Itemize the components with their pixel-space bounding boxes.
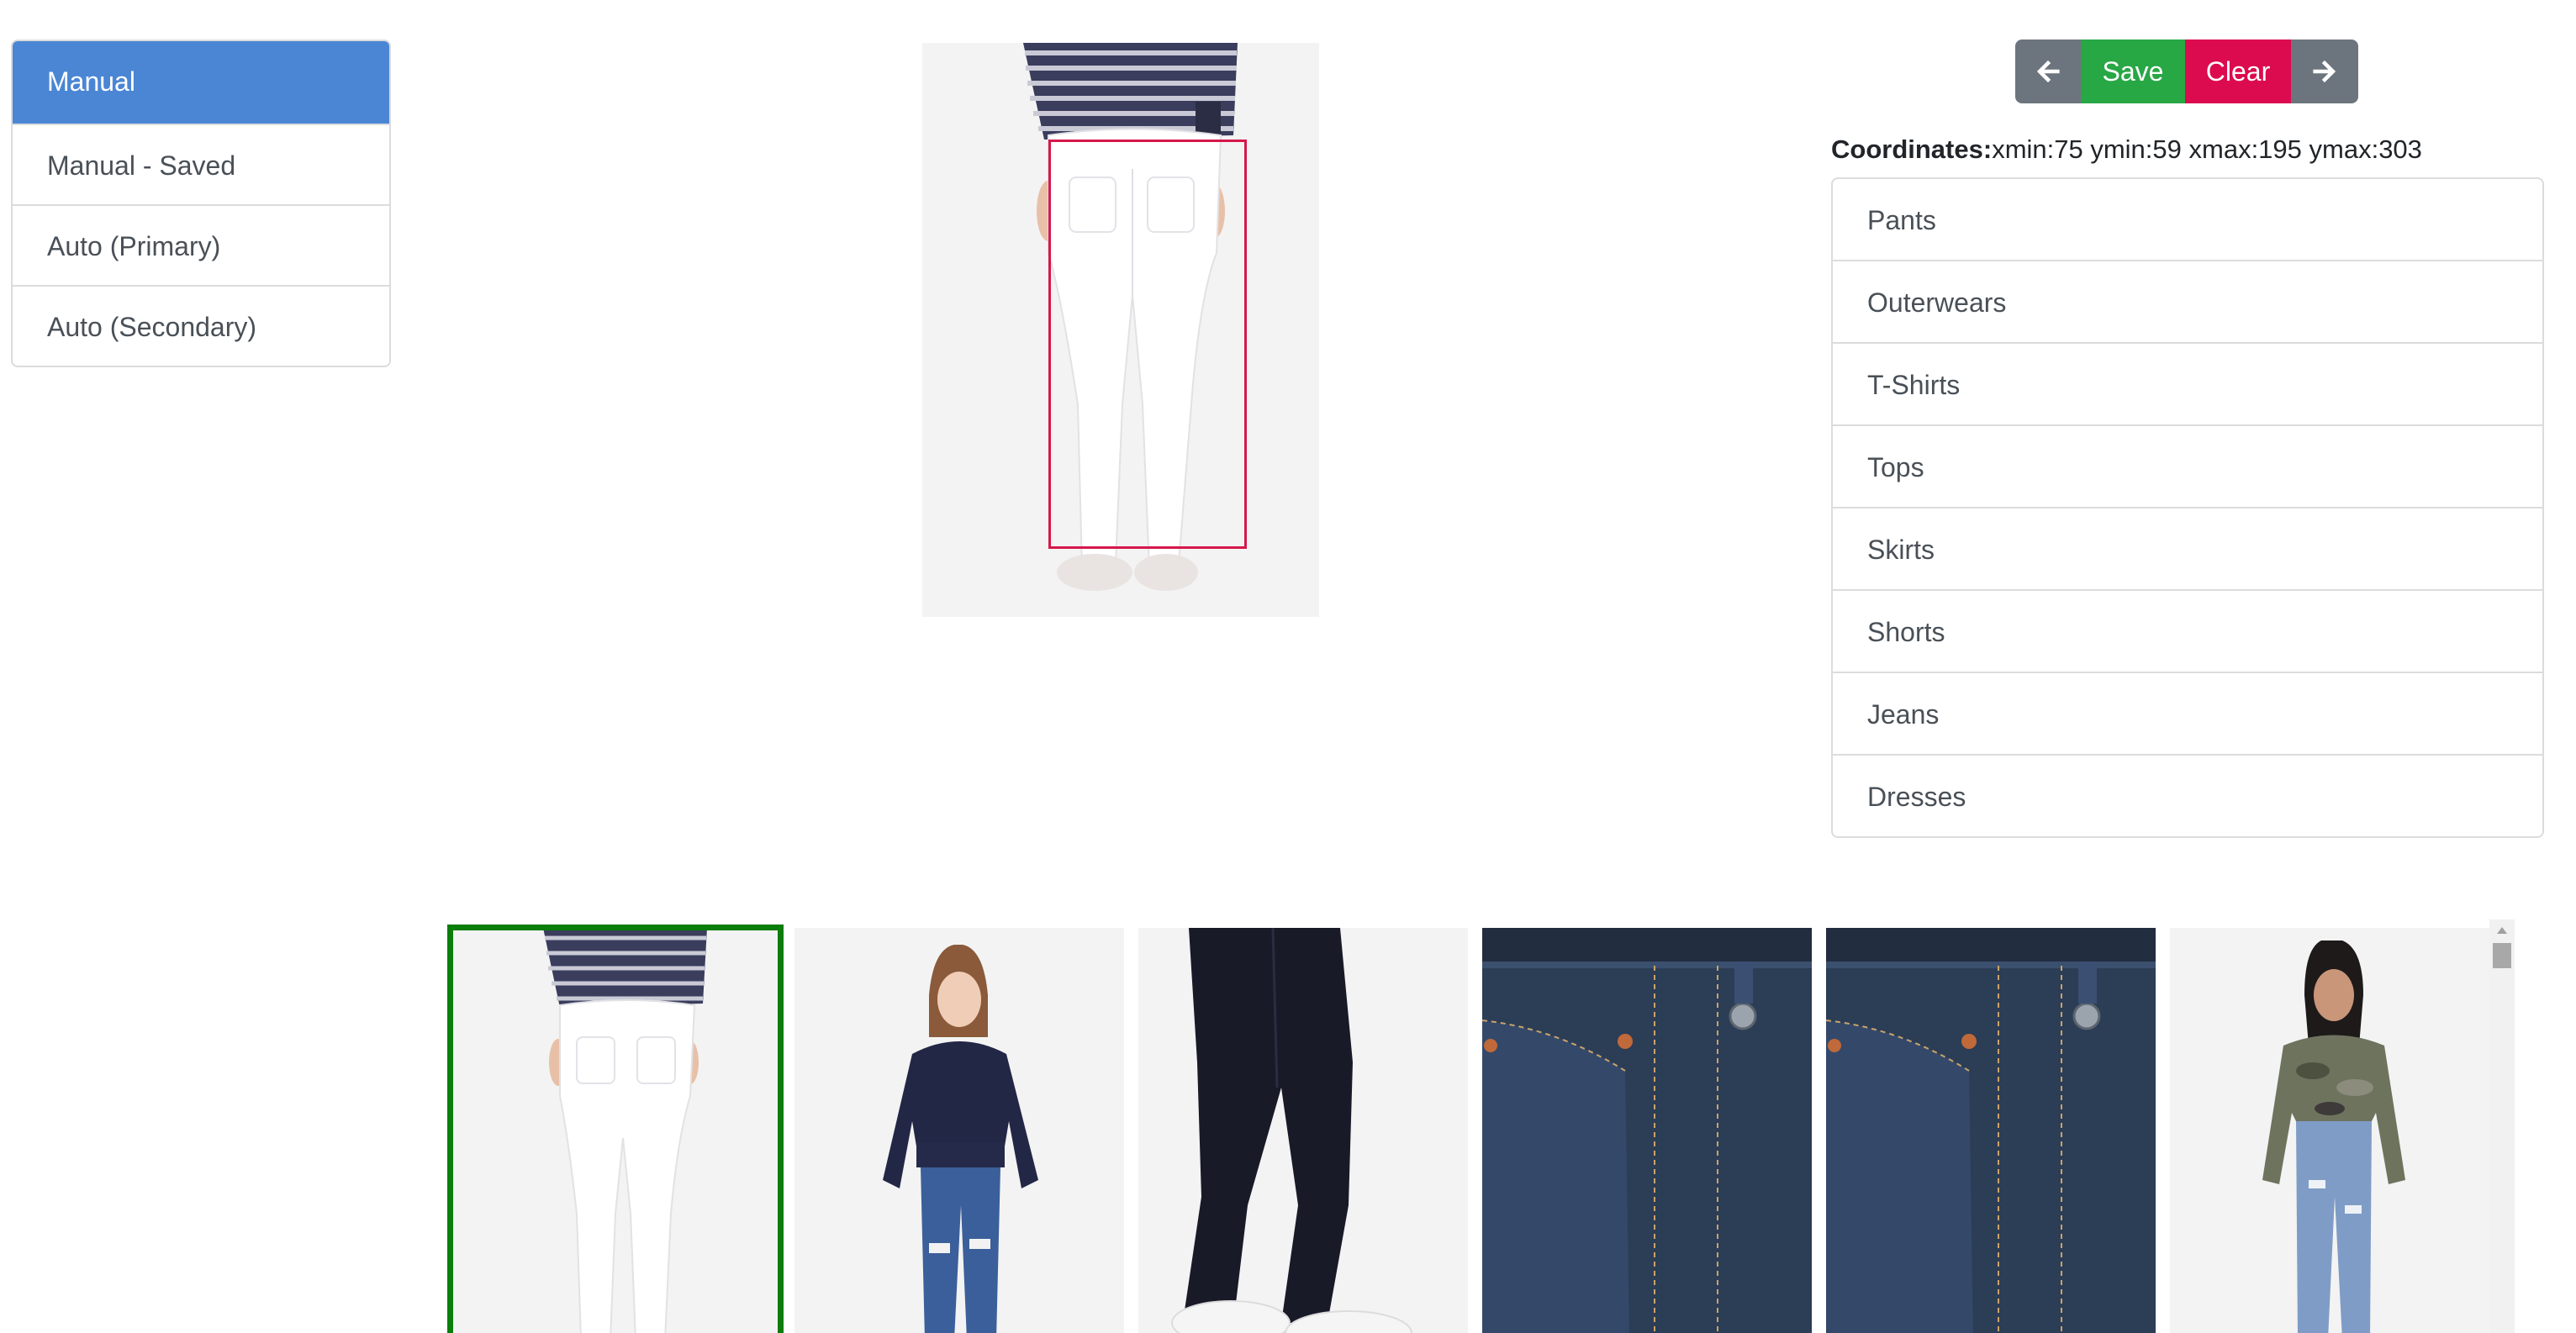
thumbnail-image	[1138, 928, 1468, 1333]
category-item-tops[interactable]: Tops	[1833, 424, 2542, 507]
toolbar: Save Clear	[2015, 40, 2358, 103]
category-item-jeans[interactable]: Jeans	[1833, 672, 2542, 754]
thumbnail-strip	[443, 925, 2489, 1333]
mode-item-manual-saved[interactable]: Manual - Saved	[13, 124, 389, 204]
thumbnail-denim-closeup-2[interactable]	[1826, 928, 2156, 1333]
category-item-shorts[interactable]: Shorts	[1833, 589, 2542, 672]
coordinates-value: xmin:75 ymin:59 xmax:195 ymax:303	[1992, 134, 2422, 164]
category-item-skirts[interactable]: Skirts	[1833, 507, 2542, 589]
coordinates-readout: Coordinates:xmin:75 ymin:59 xmax:195 yma…	[1831, 134, 2422, 165]
mode-item-manual[interactable]: Manual	[13, 41, 389, 124]
thumbnail-image	[2170, 928, 2489, 1333]
arrow-left-icon	[2036, 60, 2060, 83]
thumbnail-denim-closeup-1[interactable]	[1482, 928, 1812, 1333]
clear-button[interactable]: Clear	[2185, 40, 2291, 103]
thumbnail-scrollbar[interactable]	[2489, 919, 2515, 1333]
thumbnail-navy-sweater[interactable]	[794, 928, 1124, 1333]
thumbnail-image	[794, 928, 1124, 1333]
previous-button[interactable]	[2015, 40, 2081, 103]
bounding-box[interactable]	[1048, 140, 1247, 549]
mode-item-auto-secondary[interactable]: Auto (Secondary)	[13, 285, 389, 366]
save-button[interactable]: Save	[2081, 40, 2185, 103]
thumbnail-camo-hoodie[interactable]	[2170, 928, 2489, 1333]
thumbnail-dark-jeans[interactable]	[1138, 928, 1468, 1333]
category-item-outerwears[interactable]: Outerwears	[1833, 260, 2542, 342]
category-item-t-shirts[interactable]: T-Shirts	[1833, 342, 2542, 424]
category-item-dresses[interactable]: Dresses	[1833, 754, 2542, 836]
next-button[interactable]	[2291, 40, 2358, 103]
thumbnail-image	[1482, 928, 1812, 1333]
thumbnail-image	[1826, 928, 2156, 1333]
scrollbar-thumb[interactable]	[2493, 943, 2511, 968]
mode-item-auto-primary[interactable]: Auto (Primary)	[13, 204, 389, 285]
scroll-up-arrow-icon[interactable]	[2489, 921, 2515, 940]
category-list: Pants Outerwears T-Shirts Tops Skirts Sh…	[1831, 177, 2544, 838]
category-item-pants[interactable]: Pants	[1833, 179, 2542, 260]
coordinates-label: Coordinates:	[1831, 134, 1993, 164]
thumbnail-image	[451, 928, 780, 1333]
arrow-right-icon	[2313, 60, 2336, 83]
mode-list: Manual Manual - Saved Auto (Primary) Aut…	[11, 40, 391, 367]
main-product-image[interactable]	[922, 43, 1319, 617]
thumbnail-white-jeans[interactable]	[447, 925, 784, 1333]
